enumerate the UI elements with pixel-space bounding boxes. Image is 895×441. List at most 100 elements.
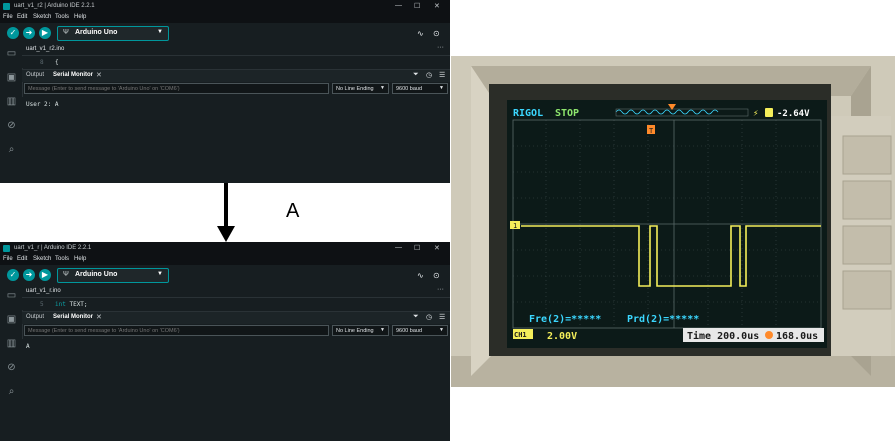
code-line: int TEXT; — [55, 301, 88, 308]
baud-rate-select[interactable]: 9600 baud ▼ — [392, 83, 448, 94]
window-title: uart_v1_r2 | Arduino IDE 2.2.1 — [14, 3, 95, 9]
upload-button[interactable]: ➜ — [23, 27, 35, 39]
menu-sketch[interactable]: Sketch — [33, 256, 51, 262]
tab-serial-monitor[interactable]: Serial Monitor — [53, 314, 93, 320]
baud-rate-value: 9600 baud — [396, 86, 422, 92]
code-identifier: TEXT; — [69, 301, 88, 308]
serial-message-input[interactable] — [24, 83, 329, 94]
close-tab-icon[interactable]: ✕ — [96, 71, 102, 79]
ch1-scale: 2.00V — [547, 331, 577, 342]
code-keyword: int — [55, 301, 66, 308]
line-number: 8 — [40, 59, 44, 66]
file-tab[interactable]: uart_v1_r.ino — [26, 288, 61, 294]
minimize-icon[interactable]: — — [395, 2, 402, 9]
autoscroll-icon[interactable]: ⏷ — [413, 71, 419, 79]
arrow-label: A — [286, 200, 300, 222]
board-selector[interactable]: Ψ Arduino Uno ▼ — [57, 268, 169, 283]
close-icon[interactable]: ✕ — [434, 2, 440, 10]
menu-tools[interactable]: Tools — [55, 256, 69, 262]
serial-plotter-icon[interactable]: ∿ — [417, 271, 424, 280]
minimize-icon[interactable]: — — [395, 244, 402, 251]
serial-message-input[interactable] — [24, 325, 329, 336]
menu-edit[interactable]: Edit — [17, 14, 27, 20]
debug-button[interactable]: ▶ — [39, 27, 51, 39]
board-name: Arduino Uno — [75, 271, 118, 278]
toolbar: ✓ ➜ ▶ Ψ Arduino Uno ▼ ∿ ⊙ — [0, 265, 450, 286]
code-editor[interactable]: 8 { — [22, 56, 450, 68]
debug-icon[interactable]: ⊘ — [6, 120, 17, 131]
line-ending-value: No Line Ending — [336, 86, 374, 92]
clear-output-icon[interactable]: ☰ — [439, 313, 445, 321]
menu-help[interactable]: Help — [74, 256, 86, 262]
bottom-panel-tabs: Output Serial Monitor ✕ ⏷ ◷ ☰ — [22, 69, 450, 82]
serial-plotter-icon[interactable]: ∿ — [417, 29, 424, 38]
down-arrow — [224, 183, 228, 228]
sketchbook-icon[interactable]: ▭ — [6, 48, 17, 59]
tab-serial-monitor[interactable]: Serial Monitor — [53, 72, 93, 78]
usb-icon: Ψ — [63, 271, 69, 278]
period-readout: Prd(2)=***** — [627, 314, 699, 325]
sketchbook-icon[interactable]: ▭ — [6, 290, 17, 301]
boards-manager-icon[interactable]: ▣ — [6, 72, 17, 83]
menu-edit[interactable]: Edit — [17, 256, 27, 262]
verify-button[interactable]: ✓ — [7, 269, 19, 281]
scope-status: STOP — [555, 108, 579, 119]
menu-sketch[interactable]: Sketch — [33, 14, 51, 20]
line-ending-select[interactable]: No Line Ending ▼ — [332, 83, 389, 94]
menu-file[interactable]: File — [3, 14, 13, 20]
more-options-icon[interactable]: ··· — [437, 44, 444, 51]
close-tab-icon[interactable]: ✕ — [96, 313, 102, 321]
serial-output-line: A — [26, 343, 30, 350]
baud-rate-select[interactable]: 9600 baud ▼ — [392, 325, 448, 336]
tab-output[interactable]: Output — [26, 72, 44, 78]
maximize-icon[interactable]: ☐ — [414, 244, 420, 252]
serial-monitor-icon[interactable]: ⊙ — [433, 271, 440, 280]
line-ending-value: No Line Ending — [336, 328, 374, 334]
search-icon[interactable]: ⌕ — [6, 386, 17, 397]
serial-output: User 2: A — [22, 97, 450, 183]
chevron-down-icon: ▼ — [380, 327, 385, 333]
time-base: Time 200.0us — [687, 330, 759, 342]
scope-brand: RIGOL — [513, 108, 543, 119]
tab-output[interactable]: Output — [26, 314, 44, 320]
chevron-down-icon: ▼ — [439, 327, 444, 333]
serial-output: A — [22, 339, 450, 441]
debug-button[interactable]: ▶ — [39, 269, 51, 281]
file-tab[interactable]: uart_v1_r2.ino — [26, 46, 64, 52]
more-options-icon[interactable]: ··· — [437, 286, 444, 293]
chevron-down-icon: ▼ — [157, 271, 163, 277]
timestamp-icon[interactable]: ◷ — [426, 313, 432, 321]
library-manager-icon[interactable]: ▥ — [6, 338, 17, 349]
menu-help[interactable]: Help — [74, 14, 86, 20]
search-icon[interactable]: ⌕ — [6, 144, 17, 155]
offset-icon — [765, 331, 773, 339]
board-selector[interactable]: Ψ Arduino Uno ▼ — [57, 26, 169, 41]
menu-tools[interactable]: Tools — [55, 14, 69, 20]
menu-file[interactable]: File — [3, 256, 13, 262]
title-bar: uart_v1_r2 | Arduino IDE 2.2.1 — ☐ ✕ — [0, 0, 450, 13]
debug-icon[interactable]: ⊘ — [6, 362, 17, 373]
boards-manager-icon[interactable]: ▣ — [6, 314, 17, 325]
time-offset: 168.0us — [776, 331, 818, 342]
serial-output-line: User 2: A — [26, 101, 59, 108]
close-icon[interactable]: ✕ — [434, 244, 440, 252]
file-tabs: uart_v1_r2.ino ··· — [22, 44, 450, 56]
autoscroll-icon[interactable]: ⏷ — [413, 313, 419, 321]
file-tabs: uart_v1_r.ino ··· — [22, 286, 450, 298]
oscilloscope-photo: RIGOL STOP ⚡ -2.64V T 1 Fre(2)=***** Prd… — [451, 56, 895, 387]
sidebar: ▭ ▣ ▥ ⊘ ⌕ — [0, 286, 23, 441]
upload-button[interactable]: ➜ — [23, 269, 35, 281]
usb-icon: Ψ — [63, 29, 69, 36]
code-editor[interactable]: 5 int TEXT; — [22, 298, 450, 310]
timestamp-icon[interactable]: ◷ — [426, 71, 432, 79]
clear-output-icon[interactable]: ☰ — [439, 71, 445, 79]
line-ending-select[interactable]: No Line Ending ▼ — [332, 325, 389, 336]
ch1-label: CH1 — [514, 331, 527, 339]
library-manager-icon[interactable]: ▥ — [6, 96, 17, 107]
serial-monitor-icon[interactable]: ⊙ — [433, 29, 440, 38]
verify-button[interactable]: ✓ — [7, 27, 19, 39]
oscilloscope-svg: RIGOL STOP ⚡ -2.64V T 1 Fre(2)=***** Prd… — [451, 56, 895, 387]
title-bar: uart_v1_r | Arduino IDE 2.2.1 — ☐ ✕ — [0, 242, 450, 255]
maximize-icon[interactable]: ☐ — [414, 2, 420, 10]
freq-readout: Fre(2)=***** — [529, 314, 601, 325]
